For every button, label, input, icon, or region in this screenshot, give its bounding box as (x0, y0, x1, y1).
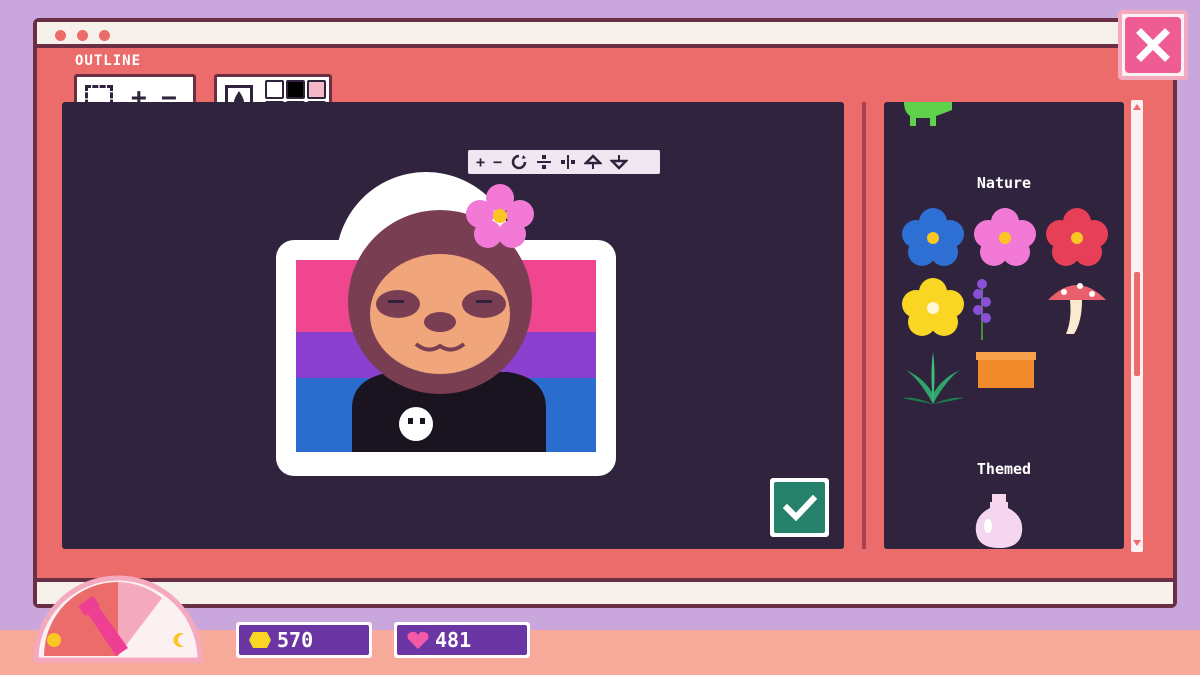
scale-up-button[interactable]: + (476, 153, 485, 171)
coin-counter: 570 (236, 622, 372, 658)
lavender-sticker[interactable] (970, 276, 994, 342)
heart-count: 481 (435, 628, 472, 652)
pink-flower-sticker[interactable] (974, 208, 1036, 266)
sticker-transform-toolbar: + − (468, 150, 660, 174)
window-dot-icon (99, 30, 110, 41)
scroll-down-icon[interactable] (1133, 540, 1141, 546)
coin-count: 570 (277, 628, 314, 652)
scroll-up-icon[interactable] (1133, 104, 1141, 110)
day-night-gauge (33, 575, 203, 663)
window-dot-icon (77, 30, 88, 41)
divider (862, 102, 866, 549)
flip-vertical-icon[interactable] (536, 154, 552, 170)
color-swatch[interactable] (286, 80, 305, 99)
fern-sticker[interactable] (900, 350, 966, 406)
panel-scrollbar[interactable] (1131, 100, 1143, 552)
dinosaur-sticker[interactable] (902, 102, 954, 128)
scrollbar-thumb[interactable] (1134, 272, 1140, 376)
title-bar (37, 22, 1173, 48)
blue-flower-sticker[interactable] (902, 208, 964, 266)
potion-bottle-sticker[interactable] (972, 492, 1026, 548)
color-swatch[interactable] (307, 80, 326, 99)
checkmark-icon (782, 494, 817, 521)
sun-icon (47, 633, 61, 647)
layer-up-icon[interactable] (584, 154, 603, 170)
heart-icon (407, 631, 429, 649)
planter-box-sticker[interactable] (974, 350, 1038, 390)
heart-counter: 481 (394, 622, 530, 658)
rotate-icon[interactable] (510, 154, 528, 170)
nature-heading: Nature (976, 174, 1032, 192)
sticker-canvas[interactable] (62, 102, 844, 549)
close-button[interactable] (1118, 10, 1188, 80)
red-flower-sticker[interactable] (1046, 208, 1108, 266)
sticker-palette-panel: Nature Themed (884, 102, 1124, 549)
confirm-button[interactable] (770, 478, 829, 537)
themed-heading: Themed (976, 460, 1032, 478)
flip-horizontal-icon[interactable] (560, 154, 576, 170)
close-icon (1136, 28, 1170, 62)
coin-icon (249, 632, 271, 648)
layer-down-icon[interactable] (610, 154, 629, 170)
yellow-flower-sticker[interactable] (902, 278, 964, 336)
scale-down-button[interactable]: − (493, 153, 502, 171)
window-bottom-bar (37, 578, 1173, 604)
window-dot-icon (55, 30, 66, 41)
mushroom-sticker[interactable] (1044, 276, 1110, 338)
color-swatch[interactable] (265, 80, 284, 99)
window-title: OUTLINE (75, 53, 142, 69)
sloth-sticker[interactable] (272, 172, 622, 482)
